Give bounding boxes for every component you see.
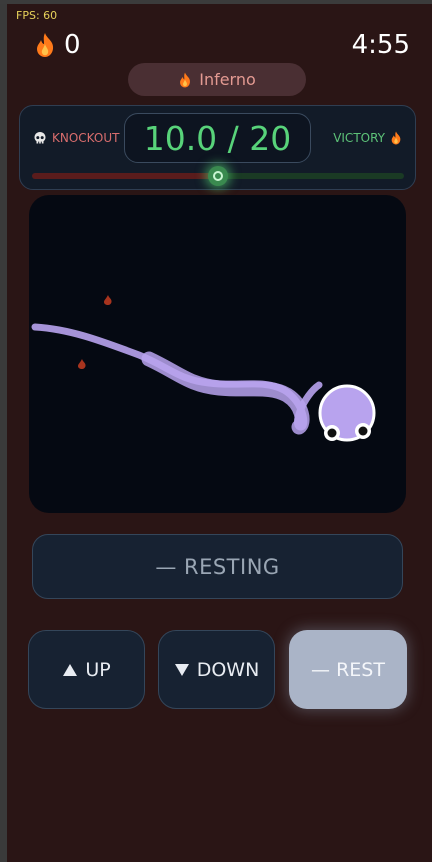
- skull-icon: [33, 131, 47, 145]
- mode-badge: Inferno: [128, 63, 306, 96]
- score-display: 0: [34, 30, 81, 60]
- triangle-down-icon: [174, 663, 190, 677]
- triangle-up-icon: [62, 663, 78, 677]
- meter-track-win: [218, 173, 404, 179]
- down-button-label: DOWN: [196, 658, 260, 681]
- fps-counter: FPS: 60: [16, 9, 58, 22]
- knockout-text: KNOCKOUT: [52, 131, 120, 145]
- balance-meter: KNOCKOUT 10.0 / 20 VICTORY: [19, 105, 416, 190]
- victory-label: VICTORY: [333, 131, 402, 145]
- victory-text: VICTORY: [333, 131, 385, 145]
- player-blob: [318, 384, 376, 442]
- score-value: 0: [64, 30, 81, 60]
- up-button[interactable]: UP: [28, 630, 145, 709]
- meter-track-loss: [32, 173, 218, 179]
- mode-label: Inferno: [199, 70, 256, 89]
- window-edge: [0, 0, 7, 862]
- flame-icon: [178, 72, 192, 88]
- ember-icon: [78, 359, 86, 369]
- flame-icon: [34, 32, 56, 58]
- flame-icon: [390, 131, 402, 145]
- up-button-label: UP: [85, 658, 111, 681]
- down-button[interactable]: DOWN: [158, 630, 275, 709]
- match-score: 10.0 / 20: [124, 113, 311, 163]
- round-timer: 4:55: [351, 30, 410, 60]
- rest-button-label: — REST: [311, 658, 385, 681]
- meter-knob: [208, 166, 228, 186]
- ember-icon: [104, 295, 112, 305]
- rest-button[interactable]: — REST: [289, 630, 407, 709]
- knockout-label: KNOCKOUT: [33, 131, 119, 145]
- player-trail-wide: [141, 351, 310, 435]
- play-field-canvas: [31, 295, 376, 442]
- play-field: [29, 195, 406, 513]
- game-screen: FPS: 60 0 4:55 Inferno KNOCKOUT 10.0 / 2…: [0, 0, 432, 862]
- status-banner: — RESTING: [32, 534, 403, 599]
- window-top-edge: [0, 0, 432, 4]
